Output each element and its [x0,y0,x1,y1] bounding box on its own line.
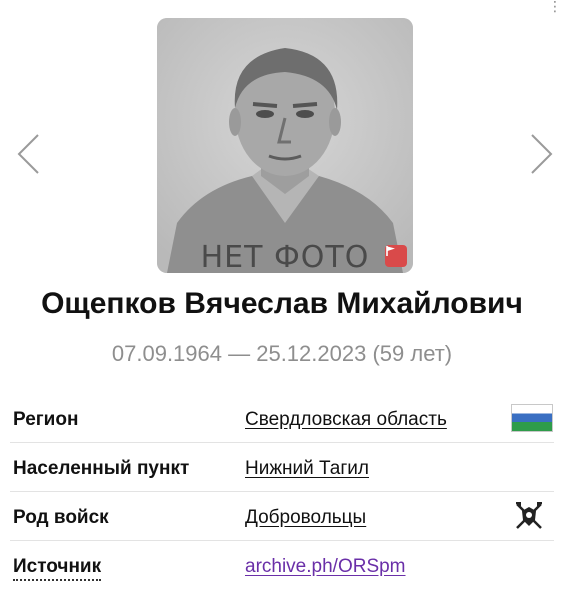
detail-label: Населенный пункт [13,458,190,479]
person-photo: НЕТ ФОТО [157,18,413,273]
detail-label: Регион [13,409,79,430]
flag-icon[interactable] [385,245,407,267]
detail-row-source: Источник archive.ph/ORSpm [10,540,554,589]
detail-label: Источник [13,556,102,581]
chevron-left-icon[interactable] [16,133,42,175]
detail-label: Род войск [13,507,109,528]
person-name: Ощепков Вячеслав Михайлович [41,287,523,320]
volunteers-emblem-icon [516,502,542,529]
sverdlovsk-flag-icon [511,404,553,432]
no-photo-silhouette [157,18,413,273]
no-photo-label: НЕТ ФОТО [200,240,370,273]
life-dates: 07.09.1964 — 25.12.2023 (59 лет) [111,341,453,366]
detail-row-settlement: Населенный пункт Нижний Тагил [10,442,554,492]
branch-link[interactable]: Добровольцы [245,507,366,529]
region-link[interactable]: Свердловская область [245,409,447,431]
chevron-right-icon[interactable] [528,133,554,175]
settlement-link[interactable]: Нижний Тагил [245,458,369,480]
detail-row-region: Регион Свердловская область [10,393,554,443]
detail-row-branch: Род войск Добровольцы [10,491,554,541]
source-link[interactable]: archive.ph/ORSpm [245,556,406,578]
more-menu-icon[interactable]: ⋮ [548,0,562,13]
